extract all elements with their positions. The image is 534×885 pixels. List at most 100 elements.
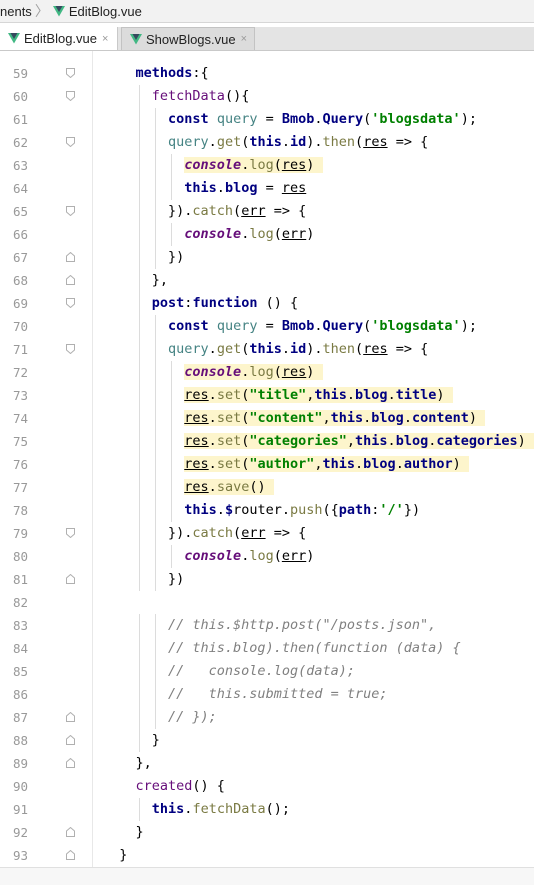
fold-marker-icon[interactable] [66, 91, 75, 101]
breadcrumb-file[interactable]: EditBlog.vue [69, 4, 142, 19]
line-number: 66 [12, 227, 28, 242]
code-line[interactable]: 67 }) [0, 246, 534, 269]
indent-guide [138, 223, 140, 246]
line-number: 68 [12, 273, 28, 288]
line-number: 69 [12, 296, 28, 311]
line-number: 72 [12, 365, 28, 380]
code-line[interactable]: 92 } [0, 821, 534, 844]
code-line[interactable]: 79 }).catch(err => { [0, 522, 534, 545]
fold-marker-icon[interactable] [66, 712, 75, 722]
code-line[interactable]: 84 // this.blog).then(function (data) { [0, 637, 534, 660]
code-line[interactable]: 85 // console.log(data); [0, 660, 534, 683]
code-line[interactable]: 93 } [0, 844, 534, 867]
code-text: console.log(err) [184, 226, 315, 242]
indent-guide [138, 614, 140, 637]
fold-marker-icon[interactable] [66, 850, 75, 860]
fold-marker-icon[interactable] [66, 827, 75, 837]
breadcrumb-segment[interactable]: nents [0, 4, 32, 19]
indent-guide [154, 706, 156, 729]
fold-marker-icon[interactable] [66, 68, 75, 78]
code-text: console.log(res) [184, 157, 323, 173]
code-line[interactable]: 87 // }); [0, 706, 534, 729]
indent-guide [138, 407, 140, 430]
code-line[interactable]: 86 // this.submitted = true; [0, 683, 534, 706]
code-text: }).catch(err => { [103, 525, 307, 541]
indent-guide [154, 315, 156, 338]
code-text: }).catch(err => { [103, 203, 307, 219]
indent-guide [138, 729, 140, 752]
line-number: 84 [12, 641, 28, 656]
code-line[interactable]: 66 console.log(err) [0, 223, 534, 246]
code-line[interactable]: 88 } [0, 729, 534, 752]
code-line[interactable]: 64 this.blog = res [0, 177, 534, 200]
tab-label: EditBlog.vue [24, 31, 97, 46]
indent-guide [138, 177, 140, 200]
code-line[interactable]: 65 }).catch(err => { [0, 200, 534, 223]
fold-marker-icon[interactable] [66, 758, 75, 768]
indent-guide [154, 660, 156, 683]
line-number: 82 [12, 595, 28, 610]
code-line[interactable]: 74 res.set("content",this.blog.content) [0, 407, 534, 430]
code-line[interactable]: 81 }) [0, 568, 534, 591]
line-number: 91 [12, 802, 28, 817]
indent-guide [171, 223, 173, 246]
code-line[interactable]: 71 query.get(this.id).then(res => { [0, 338, 534, 361]
tab-editblog[interactable]: EditBlog.vue × [0, 27, 118, 50]
indent-guide [138, 361, 140, 384]
code-text: query.get(this.id).then(res => { [168, 134, 429, 150]
fold-marker-icon[interactable] [66, 252, 75, 262]
line-number: 81 [12, 572, 28, 587]
code-line[interactable]: 63 console.log(res) [0, 154, 534, 177]
fold-marker-icon[interactable] [66, 275, 75, 285]
indent-guide [154, 522, 156, 545]
code-editor[interactable]: 59 methods:{60 fetchData(){61 const quer… [0, 51, 534, 867]
editor-status-strip [0, 867, 534, 885]
indent-guide [154, 246, 156, 269]
code-line[interactable]: 61 const query = Bmob.Query('blogsdata')… [0, 108, 534, 131]
code-line[interactable]: 70 const query = Bmob.Query('blogsdata')… [0, 315, 534, 338]
line-number: 59 [12, 66, 28, 81]
indent-guide [154, 430, 156, 453]
line-number: 64 [12, 181, 28, 196]
code-line[interactable]: 77 res.save() [0, 476, 534, 499]
code-line[interactable]: 69 post:function () { [0, 292, 534, 315]
code-line[interactable]: 83 // this.$http.post("/posts.json", [0, 614, 534, 637]
code-line[interactable]: 78 this.$router.push({path:'/'}) [0, 499, 534, 522]
code-text: fetchData(){ [151, 88, 250, 104]
fold-marker-icon[interactable] [66, 298, 75, 308]
fold-marker-icon[interactable] [66, 574, 75, 584]
line-number: 63 [12, 158, 28, 173]
fold-marker-icon[interactable] [66, 137, 75, 147]
fold-marker-icon[interactable] [66, 344, 75, 354]
code-line[interactable]: 82 [0, 591, 534, 614]
code-line[interactable]: 72 console.log(res) [0, 361, 534, 384]
code-line[interactable]: 59 methods:{ [0, 62, 534, 85]
close-icon[interactable]: × [102, 33, 108, 45]
close-icon[interactable]: × [241, 33, 247, 45]
indent-guide [171, 177, 173, 200]
line-number: 62 [12, 135, 28, 150]
code-line[interactable]: 73 res.set("title",this.blog.title) [0, 384, 534, 407]
code-line[interactable]: 80 console.log(err) [0, 545, 534, 568]
code-line[interactable]: 91 this.fetchData(); [0, 798, 534, 821]
indent-guide [138, 522, 140, 545]
indent-guide [154, 108, 156, 131]
indent-guide [171, 476, 173, 499]
code-line[interactable]: 60 fetchData(){ [0, 85, 534, 108]
code-text: } [103, 847, 128, 863]
code-text: const query = Bmob.Query('blogsdata'); [168, 111, 477, 127]
tab-showblogs[interactable]: ShowBlogs.vue × [121, 27, 255, 50]
fold-marker-icon[interactable] [66, 206, 75, 216]
code-text: query.get(this.id).then(res => { [168, 341, 429, 357]
line-number: 85 [12, 664, 28, 679]
code-line[interactable]: 90 created() { [0, 775, 534, 798]
code-line[interactable]: 76 res.set("author",this.blog.author) [0, 453, 534, 476]
fold-marker-icon[interactable] [66, 528, 75, 538]
code-line[interactable]: 68 }, [0, 269, 534, 292]
code-line[interactable]: 75 res.set("categories",this.blog.catego… [0, 430, 534, 453]
code-line[interactable]: 62 query.get(this.id).then(res => { [0, 131, 534, 154]
code-text: // console.log(data); [168, 663, 355, 679]
fold-marker-icon[interactable] [66, 735, 75, 745]
code-text: res.save() [184, 479, 274, 495]
code-line[interactable]: 89 }, [0, 752, 534, 775]
